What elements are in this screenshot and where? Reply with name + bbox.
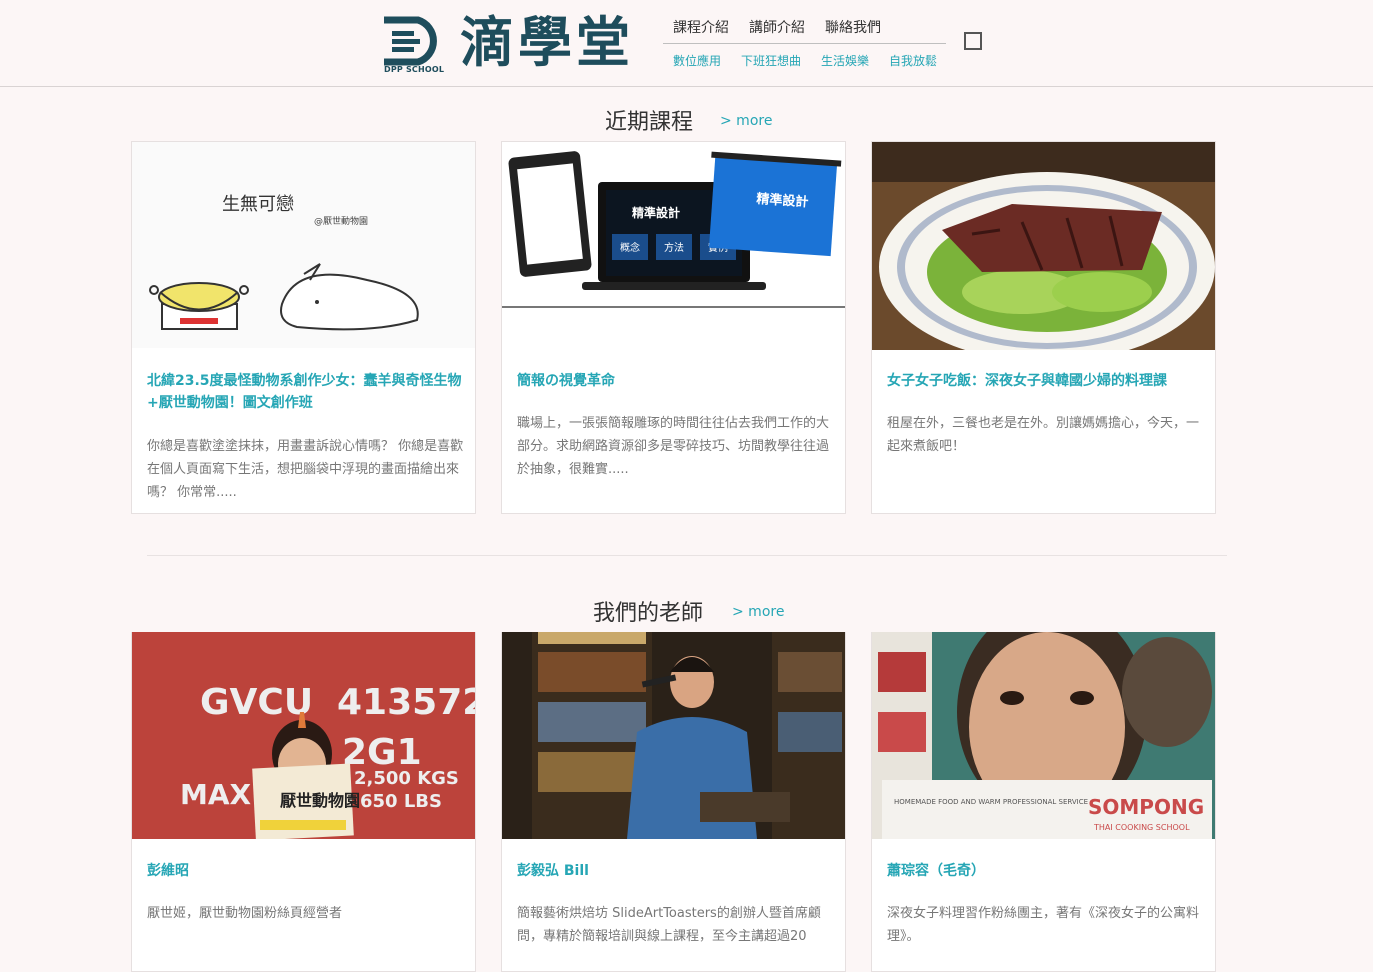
teacher-card[interactable]: 彭毅弘 Bill 簡報藝術烘焙坊 SlideArtToasters的創辦人暨首席… (501, 632, 846, 972)
site-header: DPP SCHOOL 滴學堂 課程介紹 講師介紹 聯絡我們 數位應用 下班狂想曲… (0, 0, 1373, 87)
teacher-desc: 厭世姬，厭世動物園粉絲頁經營者 (147, 906, 343, 921)
teacher-card[interactable]: HOMEMADE FOOD AND WARM PROFESSIONAL SERV… (871, 632, 1216, 972)
laptop-label-concept: 概念 (620, 241, 640, 254)
nav-item-contact[interactable]: 聯絡我們 (825, 17, 881, 37)
nav-item-teachers[interactable]: 講師介紹 (749, 17, 805, 37)
course-title[interactable]: 女子女子吃飯：深夜女子與韓國少婦的料理課 (887, 370, 1205, 392)
nav-sub-relax[interactable]: 自我放鬆 (889, 52, 937, 69)
course-card[interactable]: 生無可戀 @厭世動物園 北緯23.5度最怪動物系創作少女：蠢羊與奇怪生物+厭世動… (131, 141, 476, 514)
container-text: 413572 (337, 682, 476, 723)
courses-more-link[interactable]: > more (720, 113, 772, 129)
teacher-name[interactable]: 彭維昭 (147, 860, 465, 882)
nav-sub-lifestyle[interactable]: 生活娛樂 (821, 52, 869, 69)
book-title-text: 厭世動物園 (280, 791, 360, 810)
section-divider (147, 555, 1227, 556)
course-title[interactable]: 北緯23.5度最怪動物系創作少女：蠢羊與奇怪生物+厭世動物園！圖文創作班 (147, 370, 465, 414)
book-brand-text: SOMPONG (1088, 795, 1204, 819)
container-text: GVCU (200, 682, 313, 723)
illustration-signature: @厭世動物園 (314, 215, 368, 227)
teacher-photo-2 (502, 632, 845, 839)
teachers-heading: 我們的老師 (593, 601, 704, 626)
course-desc: 職場上，一張張簡報雕琢的時間往往佔去我們工作的大部分。求助網路資源卻多是零碎技巧… (517, 416, 830, 477)
course-image-illustration: 生無可戀 @厭世動物園 (132, 142, 475, 348)
laptop-label-method: 方法 (664, 241, 684, 254)
course-card[interactable]: 女子女子吃飯：深夜女子與韓國少婦的料理課 租屋在外，三餐也老是在外。別讓媽媽擔心… (871, 141, 1216, 514)
courses-heading: 近期課程 (605, 110, 694, 135)
container-text: 2G1 (342, 732, 422, 773)
teacher-photo-3: HOMEMADE FOOD AND WARM PROFESSIONAL SERV… (872, 632, 1215, 839)
course-desc: 你總是喜歡塗塗抹抹，用畫畫訴說心情嗎？ 你總是喜歡在個人頁面寫下生活，想把腦袋中… (147, 439, 464, 500)
teacher-photo-1: GVCU 413572 2G1 MAX. GR 2,500 KGS 650 LB… (132, 632, 476, 839)
course-image-steak-salad (872, 142, 1215, 350)
site-logo[interactable]: DPP SCHOOL 滴學堂 (380, 12, 650, 76)
nav-item-courses[interactable]: 課程介紹 (673, 17, 729, 37)
teacher-card[interactable]: GVCU 413572 2G1 MAX. GR 2,500 KGS 650 LB… (131, 632, 476, 972)
book-subbrand-text: THAI COOKING SCHOOL (1093, 823, 1190, 832)
course-desc: 租屋在外，三餐也老是在外。別讓媽媽擔心，今天，一起來煮飯吧！ (887, 416, 1200, 454)
logo-subtitle: DPP SCHOOL (384, 65, 445, 74)
course-title[interactable]: 簡報の視覺革命 (517, 370, 835, 392)
logo-wordmark: 滴學堂 (460, 11, 634, 74)
teacher-desc: 簡報藝術烘焙坊 SlideArtToasters的創辦人暨首席顧問，專精於簡報培… (517, 906, 821, 944)
laptop-screen-title: 精準設計 (632, 205, 680, 220)
teachers-more-link[interactable]: > more (732, 604, 784, 620)
teacher-desc: 深夜女子料理習作粉絲團主，著有《深夜女子的公寓料理》。 (887, 906, 1200, 944)
menu-toggle-icon[interactable] (964, 32, 982, 50)
container-text: 2,500 KGS (354, 768, 459, 789)
main-nav: 課程介紹 講師介紹 聯絡我們 (663, 17, 946, 44)
nav-sub-digital[interactable]: 數位應用 (673, 52, 721, 69)
course-image-devices: 精準設計 概念 方法 實例 精準設計 (502, 142, 845, 308)
container-text: 650 LBS (360, 791, 442, 812)
illustration-caption: 生無可戀 (222, 194, 294, 215)
dpp-logo-icon (384, 16, 437, 66)
course-card[interactable]: 精準設計 概念 方法 實例 精準設計 簡報の視覺革命 職場上，一張張簡報雕琢的時… (501, 141, 846, 514)
nav-sub-afterwork[interactable]: 下班狂想曲 (741, 52, 801, 69)
book-tagline-text: HOMEMADE FOOD AND WARM PROFESSIONAL SERV… (894, 798, 1088, 806)
teacher-name[interactable]: 彭毅弘 Bill (517, 860, 835, 882)
teacher-name[interactable]: 蕭琮容（毛奇） (887, 860, 1205, 882)
